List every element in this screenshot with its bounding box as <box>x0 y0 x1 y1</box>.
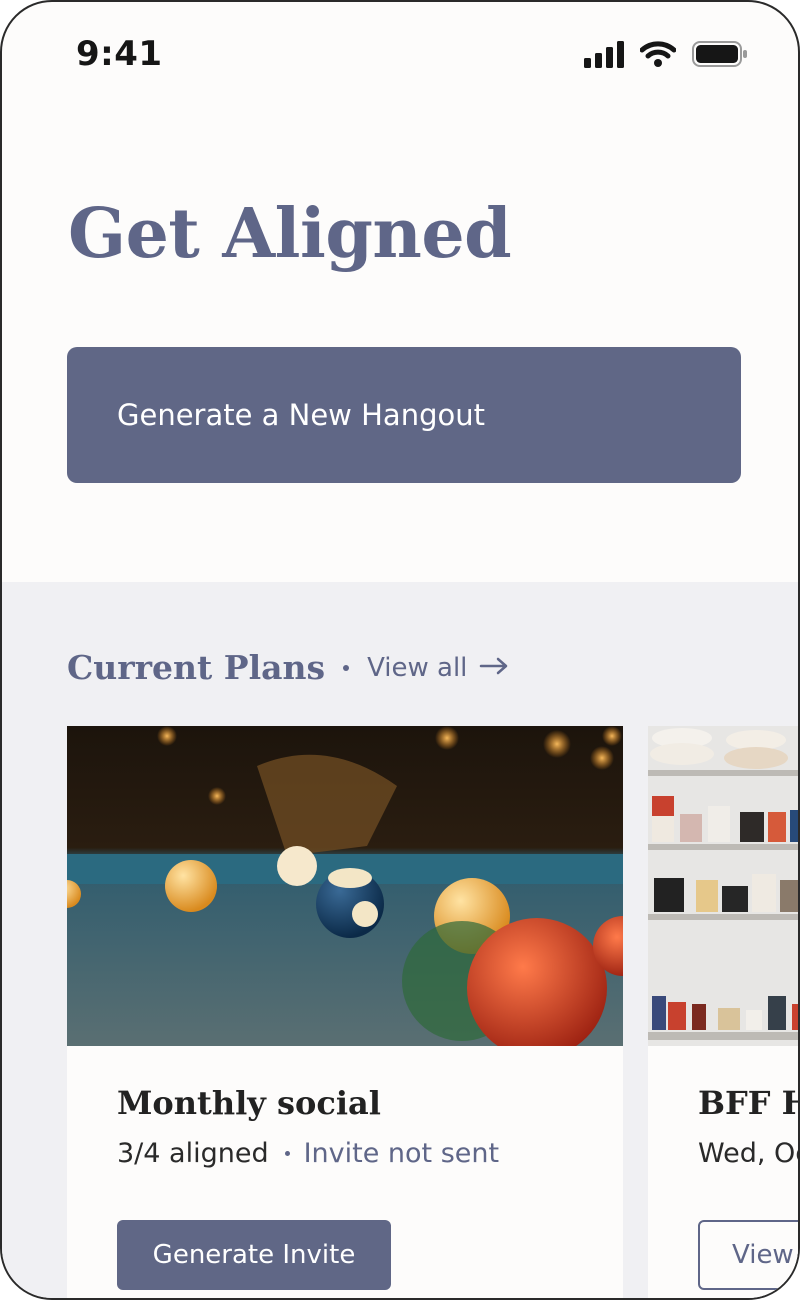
view-all-link[interactable]: View all <box>367 653 509 683</box>
plan-meta: 3/4 aligned Invite not sent <box>117 1138 499 1169</box>
status-time: 9:41 <box>76 34 163 74</box>
signal-icon <box>584 40 624 72</box>
view-plan-button[interactable]: View <box>698 1220 798 1290</box>
plan-title: BFF Ha <box>698 1084 798 1122</box>
section-header: Current Plans View all <box>67 648 509 687</box>
current-plans-section: Current Plans View all Monthly social 3/… <box>2 582 800 1298</box>
aligned-count: 3/4 aligned <box>117 1138 269 1169</box>
separator-dot <box>284 1151 290 1156</box>
page-title: Get Aligned <box>68 194 512 274</box>
invite-status: Invite not sent <box>303 1138 500 1169</box>
plan-image-pottery <box>648 726 798 1046</box>
status-icons <box>584 40 748 72</box>
plan-date: Wed, Oc <box>698 1138 800 1169</box>
plan-title: Monthly social <box>117 1084 381 1122</box>
phone-frame: 9:41 Get Aligned Generate a New Hangout … <box>0 0 800 1300</box>
section-title: Current Plans <box>67 648 326 687</box>
view-all-label: View all <box>367 652 468 683</box>
plan-card[interactable]: Monthly social 3/4 aligned Invite not se… <box>67 726 623 1298</box>
status-bar: 9:41 <box>2 2 798 110</box>
separator-dot <box>343 664 350 671</box>
wifi-icon <box>639 40 677 72</box>
battery-icon <box>692 40 748 72</box>
plan-meta: Wed, Oc <box>698 1138 800 1169</box>
generate-invite-button[interactable]: Generate Invite <box>117 1220 391 1290</box>
plan-image-billiards <box>67 726 623 1046</box>
plan-card[interactable]: BFF Ha Wed, Oc View <box>648 726 800 1298</box>
generate-hangout-button[interactable]: Generate a New Hangout <box>67 347 741 483</box>
arrow-right-icon <box>479 653 509 683</box>
